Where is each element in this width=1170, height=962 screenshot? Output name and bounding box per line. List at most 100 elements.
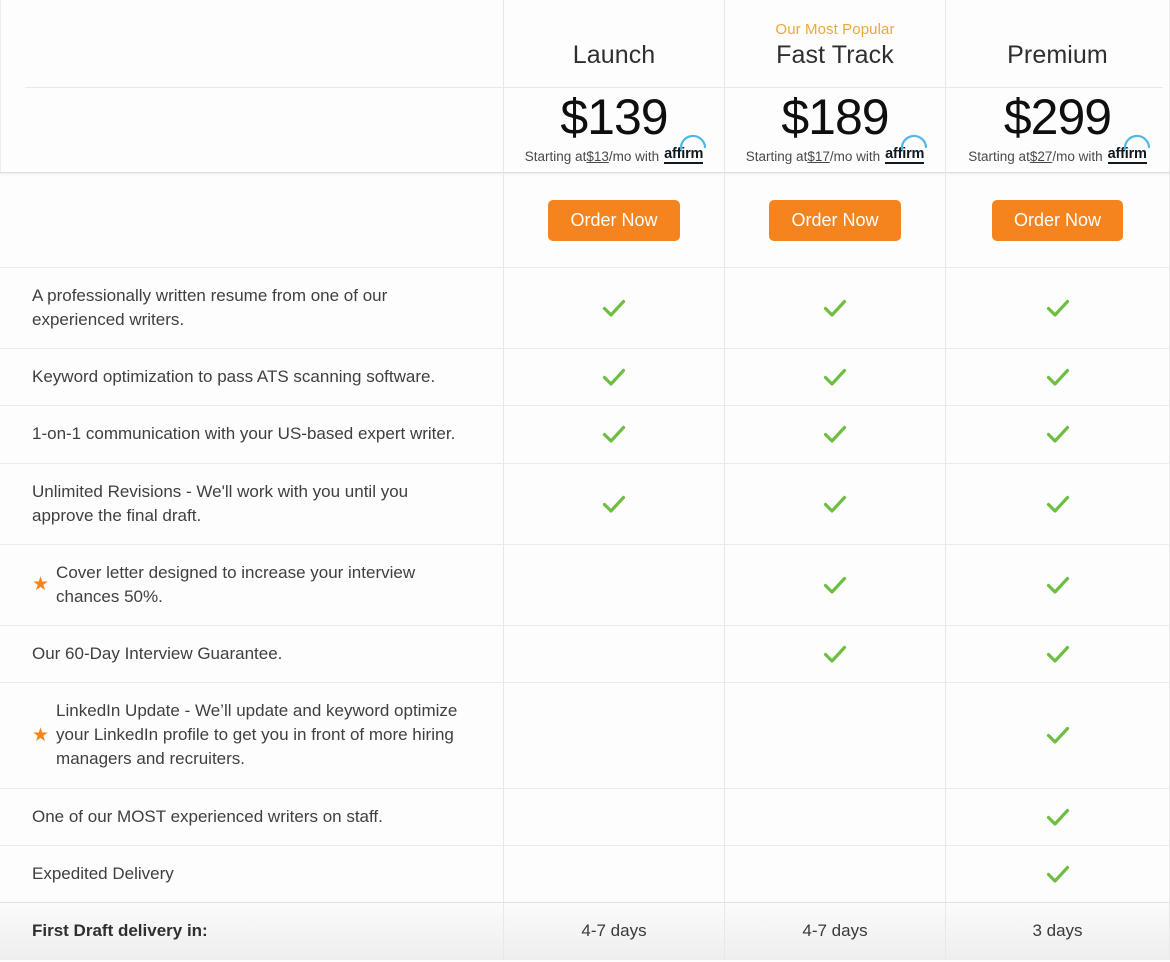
plan-name-launch: Launch (572, 40, 656, 69)
feature-cell-fast-track (724, 544, 945, 625)
feature-rows-container: A professionally written resume from one… (0, 267, 1170, 902)
star-icon: ★ (32, 574, 50, 596)
feature-label: Expedited Delivery (0, 844, 503, 902)
feature-cell-fast-track (724, 463, 945, 544)
feature-text: Our 60-Day Interview Guarantee. (32, 644, 283, 663)
feature-label: One of our MOST experienced writers on s… (0, 787, 503, 845)
check-icon (1043, 419, 1073, 449)
feature-text: LinkedIn Update - We’ll update and keywo… (56, 701, 458, 769)
feature-cell-launch (503, 788, 724, 845)
price-empty-cell (0, 88, 503, 173)
pricing-comparison-table: Launch Our Most Popular Fast Track Premi… (0, 0, 1170, 962)
order-now-button-fast-track[interactable]: Order Now (769, 199, 901, 241)
feature-label: Our 60-Day Interview Guarantee. (0, 624, 503, 682)
most-popular-badge: Our Most Popular (775, 21, 895, 39)
check-icon (1043, 362, 1073, 392)
check-icon (599, 489, 629, 519)
price-launch: $139 (560, 89, 668, 145)
table-row: ★ LinkedIn Update - We’ll update and keyw… (0, 682, 1170, 788)
affirm-logo[interactable]: affirm (664, 134, 707, 164)
plan-header-launch: Launch (503, 0, 724, 88)
header-empty-cell (0, 0, 503, 88)
feature-label: A professionally written resume from one… (0, 268, 503, 348)
feature-cell-fast-track (724, 788, 945, 845)
check-icon (599, 293, 629, 323)
check-icon (1043, 720, 1073, 750)
feature-label: Keyword optimization to pass ATS scannin… (0, 348, 503, 405)
feature-cell-premium (945, 406, 1170, 463)
feature-cell-launch (503, 268, 724, 349)
feature-text: 1-on-1 communication with your US-based … (32, 424, 456, 444)
price-cell-fast-track: $189 Starting at $17/mo with affirm (724, 88, 945, 173)
table-row: 1-on-1 communication with your US-based … (0, 405, 1170, 463)
plan-name-premium: Premium (1007, 40, 1108, 69)
feature-text: Cover letter designed to increase your i… (56, 562, 416, 606)
check-icon (1043, 639, 1073, 669)
feature-cell-fast-track (724, 626, 945, 683)
price-cell-premium: $299 Starting at $27/mo with affirm (945, 88, 1170, 173)
check-icon (820, 362, 850, 392)
delivery-value-fast-track: 4-7 days (724, 902, 945, 960)
order-now-button-premium[interactable]: Order Now (991, 199, 1124, 241)
feature-cell-launch (503, 544, 724, 625)
check-icon (599, 419, 629, 449)
plan-header-premium: Premium (945, 0, 1170, 88)
feature-cell-fast-track (724, 845, 945, 902)
check-icon (1043, 489, 1073, 519)
feature-cell-premium (945, 544, 1170, 625)
feature-cell-launch (503, 349, 724, 406)
feature-cell-fast-track (724, 683, 945, 788)
check-icon (599, 362, 629, 392)
cta-row: Order Now Order Now Order Now (0, 173, 1170, 267)
table-row: ★ Cover letter designed to increase your … (0, 543, 1170, 625)
check-icon (1043, 802, 1073, 832)
check-icon (820, 489, 850, 519)
feature-cell-fast-track (724, 349, 945, 406)
table-row: Unlimited Revisions - We'll work with yo… (0, 462, 1170, 544)
affirm-logo[interactable]: affirm (1107, 134, 1150, 164)
feature-cell-launch (503, 845, 724, 902)
affirm-wordmark: affirm (885, 146, 925, 162)
feature-cell-premium (945, 463, 1170, 544)
order-now-button-launch[interactable]: Order Now (548, 199, 680, 241)
price-fast-track: $189 (781, 89, 889, 145)
feature-cell-launch (503, 463, 724, 544)
feature-cell-premium (945, 788, 1170, 845)
feature-label: 1-on-1 communication with your US-based … (0, 405, 503, 462)
cta-cell-fast-track: Order Now (724, 173, 945, 267)
delivery-label: First Draft delivery in: (32, 921, 208, 941)
price-row: $139 Starting at $13/mo with affirm $189… (0, 88, 1170, 173)
financing-line-premium: Starting at $27/mo with affirm (968, 134, 1150, 164)
table-row: Our 60-Day Interview Guarantee. (0, 624, 1170, 683)
affirm-logo[interactable]: affirm (885, 134, 928, 164)
financing-prefix: Starting at (745, 149, 808, 164)
affirm-wordmark: affirm (664, 146, 704, 162)
feature-cell-premium (945, 683, 1170, 788)
check-icon (820, 419, 850, 449)
feature-cell-launch (503, 406, 724, 463)
check-icon (820, 639, 850, 669)
delivery-row: First Draft delivery in: 4-7 days 4-7 da… (0, 901, 1170, 960)
check-icon (1043, 293, 1073, 323)
cta-cell-premium: Order Now (945, 173, 1170, 267)
affirm-wordmark: affirm (1107, 146, 1147, 162)
feature-text: One of our MOST experienced writers on s… (32, 806, 383, 826)
table-row: One of our MOST experienced writers on s… (0, 787, 1170, 845)
table-row: A professionally written resume from one… (0, 267, 1170, 349)
feature-text: Keyword optimization to pass ATS scannin… (32, 367, 436, 387)
feature-cell-premium (945, 268, 1170, 349)
delivery-value-premium: 3 days (945, 902, 1170, 960)
financing-line-fast-track: Starting at $17/mo with affirm (745, 134, 928, 164)
feature-text: Unlimited Revisions - We'll work with yo… (32, 481, 409, 525)
star-icon: ★ (32, 724, 50, 746)
check-icon (820, 570, 850, 600)
cta-empty-cell (0, 173, 503, 267)
feature-cell-launch (503, 626, 724, 683)
financing-suffix: /mo with (608, 149, 660, 164)
plan-header-row: Launch Our Most Popular Fast Track Premi… (0, 0, 1170, 88)
financing-suffix: /mo with (1052, 149, 1103, 164)
delivery-value-launch: 4-7 days (503, 902, 724, 960)
feature-label: Unlimited Revisions - We'll work with yo… (0, 462, 503, 544)
financing-prefix: Starting at (524, 149, 587, 164)
check-icon (820, 293, 850, 323)
